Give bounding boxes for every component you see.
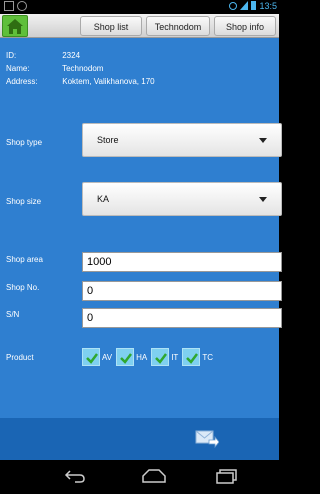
shop-type-value: Store xyxy=(97,135,119,145)
recents-button[interactable] xyxy=(215,468,239,489)
status-time: 13:5 xyxy=(259,1,277,11)
checkbox-it-label: IT xyxy=(171,352,179,362)
image-icon xyxy=(4,1,14,11)
checkbox-av-label: AV xyxy=(102,352,113,362)
breadcrumb-shop-list[interactable]: Shop list xyxy=(80,16,142,36)
shop-no-label: Shop No. xyxy=(6,283,40,292)
home-nav-button[interactable] xyxy=(141,468,167,489)
checkmark-icon xyxy=(120,353,133,364)
back-button[interactable] xyxy=(63,468,87,489)
whatsapp-icon xyxy=(17,1,27,11)
recents-icon xyxy=(216,469,237,484)
product-label: Product xyxy=(6,353,34,362)
checkbox-tc-label: TC xyxy=(202,352,213,362)
checkbox-ha[interactable] xyxy=(116,348,135,366)
dropdown-arrow-icon xyxy=(259,138,267,143)
address-row: Address: Koktem, Valikhanova, 170 xyxy=(6,77,155,86)
checkmark-icon xyxy=(155,353,168,364)
id-row: ID: 2324 xyxy=(6,51,80,60)
status-right: 13:5 xyxy=(229,1,277,11)
dropdown-arrow-icon xyxy=(259,197,267,202)
back-icon xyxy=(64,470,85,483)
bottom-action-bar xyxy=(0,418,279,460)
id-label: ID: xyxy=(6,51,17,60)
status-bar: 13:5 xyxy=(0,0,279,14)
name-row: Name: Technodom xyxy=(6,64,103,73)
shop-info-form: ID: 2324 Name: Technodom Address: Koktem… xyxy=(0,38,282,418)
breadcrumb-bar: Shop list Technodom Shop info xyxy=(0,14,279,38)
shop-area-label: Shop area xyxy=(6,255,43,264)
shop-size-label: Shop size xyxy=(6,197,42,206)
home-outline-icon xyxy=(142,469,166,483)
address-label: Address: xyxy=(6,77,38,86)
shop-type-select[interactable]: Store xyxy=(82,123,282,157)
shop-size-select[interactable]: KA xyxy=(82,182,282,216)
signal-icon xyxy=(240,1,249,10)
name-value: Technodom xyxy=(62,64,104,73)
address-value: Koktem, Valikhanova, 170 xyxy=(62,77,155,86)
system-nav-bar xyxy=(0,460,279,494)
shop-type-label: Shop type xyxy=(6,138,43,147)
shop-no-input[interactable] xyxy=(82,281,282,301)
name-label: Name: xyxy=(6,64,30,73)
sn-label: S/N xyxy=(6,310,20,319)
breadcrumb-shop-info[interactable]: Shop info xyxy=(214,16,276,36)
checkbox-ha-label: HA xyxy=(136,352,148,362)
home-icon xyxy=(7,19,23,34)
status-left xyxy=(4,1,27,11)
checkbox-av[interactable] xyxy=(82,348,100,366)
id-value: 2324 xyxy=(62,51,81,60)
send-button[interactable] xyxy=(195,428,220,449)
send-mail-icon xyxy=(195,430,220,449)
home-button[interactable] xyxy=(2,15,28,37)
product-checkboxes: AV HA IT TC xyxy=(82,348,217,366)
checkmark-icon xyxy=(86,353,98,364)
checkbox-tc[interactable] xyxy=(182,348,201,366)
breadcrumb-technodom[interactable]: Technodom xyxy=(146,16,210,36)
checkmark-icon xyxy=(186,353,199,364)
shop-area-input[interactable] xyxy=(82,252,282,272)
shop-size-value: KA xyxy=(97,194,110,204)
checkbox-it[interactable] xyxy=(151,348,170,366)
alarm-icon xyxy=(229,2,238,10)
battery-icon xyxy=(251,1,257,10)
sn-input[interactable] xyxy=(82,308,282,328)
